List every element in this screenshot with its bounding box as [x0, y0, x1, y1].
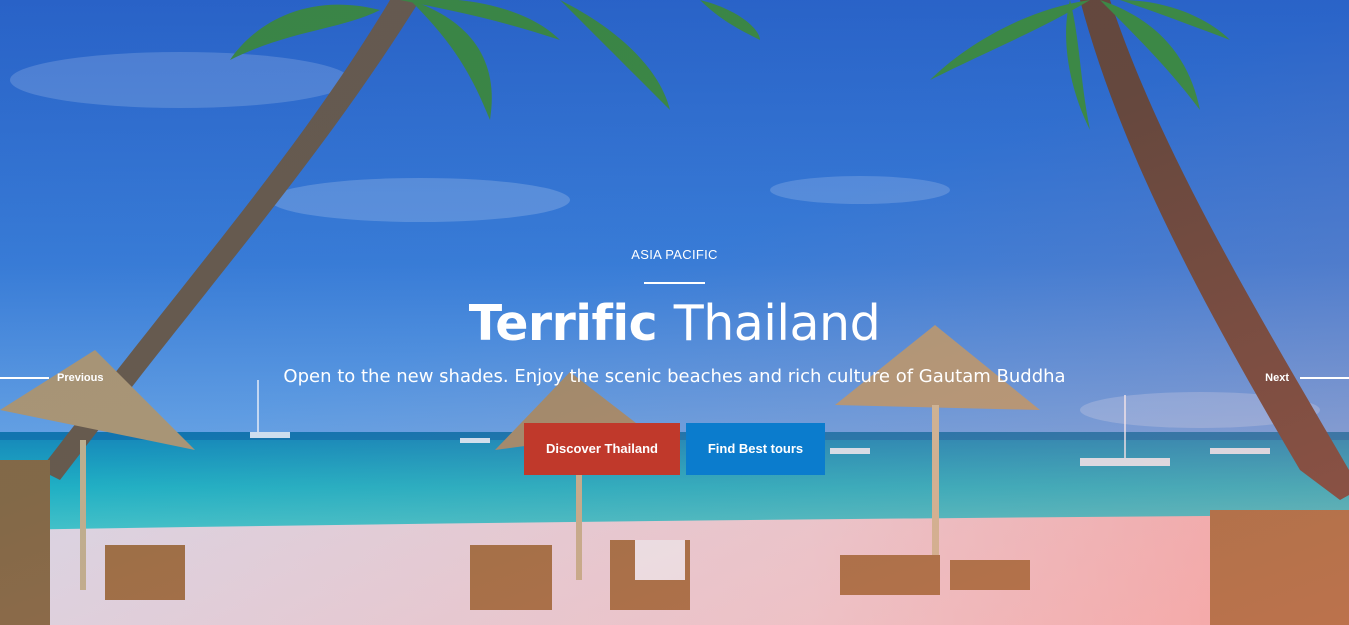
- hero-subtitle: Open to the new shades. Enjoy the scenic…: [283, 366, 1066, 387]
- hero-title: Terrific Thailand: [0, 292, 1349, 356]
- hero-title-light: Thailand: [673, 295, 881, 352]
- hero-title-strong: Terrific: [468, 295, 658, 352]
- title-divider: [644, 282, 705, 284]
- previous-label: Previous: [57, 372, 104, 384]
- region-label: ASIA PACIFIC: [631, 247, 718, 262]
- hero-slider: ASIA PACIFIC Terrific Thailand Open to t…: [0, 0, 1349, 625]
- next-slide-button[interactable]: Next: [1265, 370, 1349, 386]
- discover-thailand-button[interactable]: Discover Thailand: [524, 423, 680, 475]
- previous-line-icon: [0, 377, 49, 379]
- next-label: Next: [1265, 372, 1289, 384]
- next-line-icon: [1300, 377, 1349, 379]
- find-best-tours-button[interactable]: Find Best tours: [686, 423, 825, 475]
- hero-content: ASIA PACIFIC Terrific Thailand Open to t…: [0, 0, 1349, 625]
- previous-slide-button[interactable]: Previous: [0, 370, 103, 386]
